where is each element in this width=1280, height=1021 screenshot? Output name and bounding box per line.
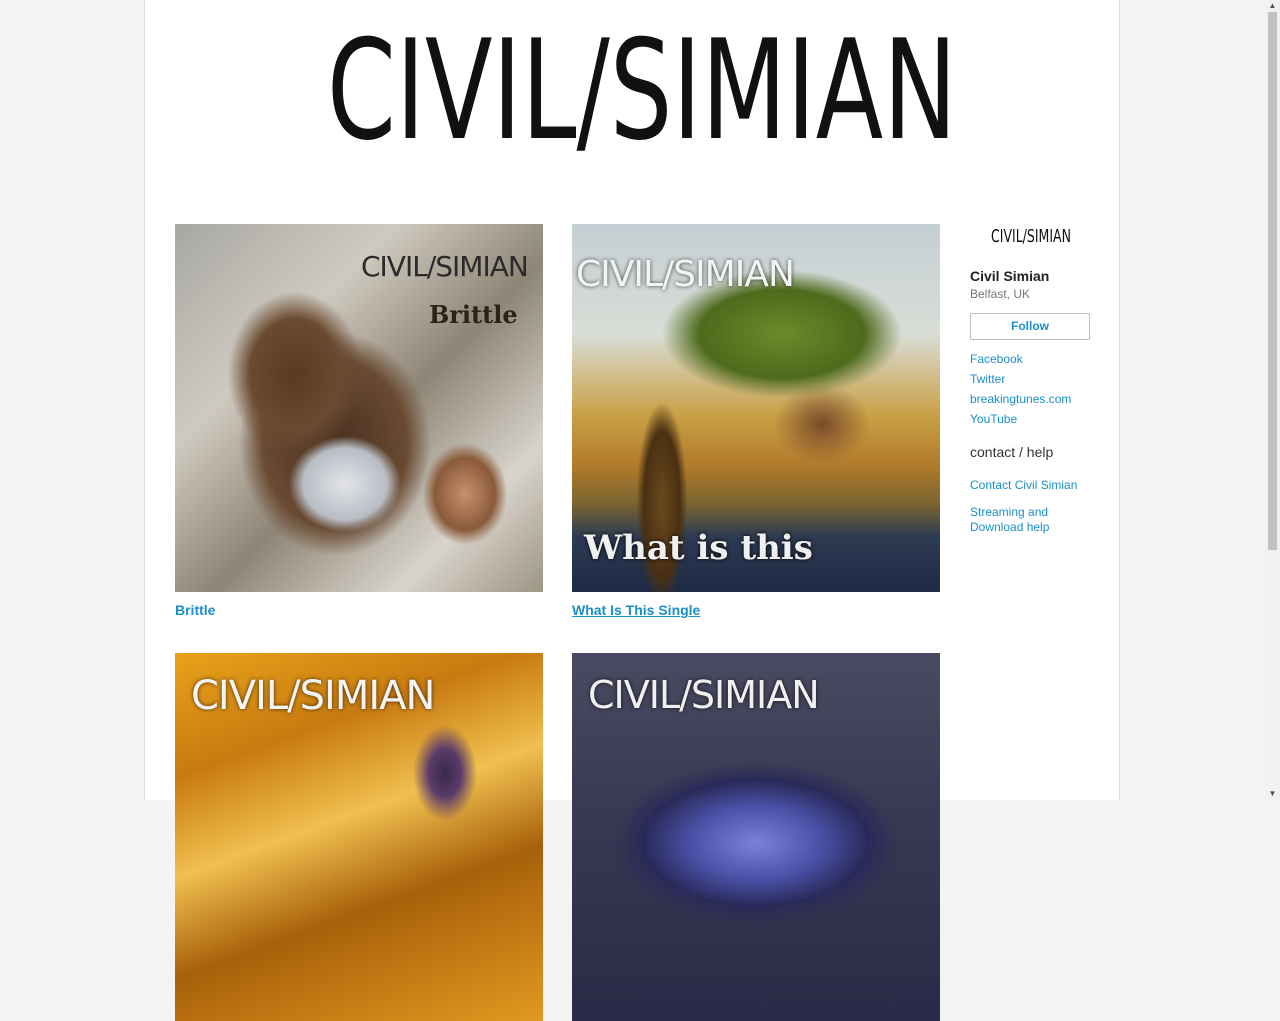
page-container: CIVIL/SIMIAN CIVIL/SIMIAN Brittle Brittl… [144,0,1120,1021]
youtube-link[interactable]: YouTube [970,412,1110,427]
sidebar-logo-text: CIVIL/SIMIAN [991,226,1071,246]
album-art[interactable]: CIVIL/SIMIAN [175,653,543,1021]
page-scrollbar[interactable]: ▲ ▼ [1265,0,1280,800]
album-art[interactable]: CIVIL/SIMIAN [572,653,940,1021]
album-item[interactable]: CIVIL/SIMIAN Brittle Brittle [175,224,543,618]
album-art-subtitle: What is this [584,528,813,568]
scroll-up-icon[interactable]: ▲ [1265,0,1280,12]
contact-link[interactable]: Contact Civil Simian [970,478,1085,493]
scroll-thumb[interactable] [1268,12,1277,550]
follow-button[interactable]: Follow [970,313,1090,340]
album-art[interactable]: CIVIL/SIMIAN What is this [572,224,940,592]
help-heading: contact / help [970,444,1054,460]
album-art-subtitle: Brittle [429,300,518,329]
album-art-logo: CIVIL/SIMIAN [191,673,435,719]
band-links: Facebook Twitter breakingtunes.com YouTu… [970,352,1110,427]
album-title-link[interactable]: Brittle [175,602,543,618]
band-banner-logo[interactable]: CIVIL/SIMIAN [327,20,957,170]
help-links: Contact Civil Simian Streaming and Downl… [970,478,1110,535]
facebook-link[interactable]: Facebook [970,352,1110,367]
album-art-logo: CIVIL/SIMIAN [588,673,820,717]
band-sidebar: CIVIL/SIMIAN Civil Simian Belfast, UK Fo… [970,224,1110,547]
band-name: Civil Simian [970,268,1050,284]
sidebar-band-logo[interactable]: CIVIL/SIMIAN [991,224,1071,246]
album-item[interactable]: CIVIL/SIMIAN [175,653,543,1021]
album-art-logo: CIVIL/SIMIAN [576,254,795,295]
twitter-link[interactable]: Twitter [970,372,1110,387]
album-item[interactable]: CIVIL/SIMIAN [572,653,940,1021]
breakingtunes-link[interactable]: breakingtunes.com [970,392,1110,407]
album-art[interactable]: CIVIL/SIMIAN Brittle [175,224,543,592]
album-title-link[interactable]: What Is This Single [572,602,940,618]
scroll-down-icon[interactable]: ▼ [1265,788,1280,800]
banner-logo-text: CIVIL/SIMIAN [327,20,957,170]
album-item[interactable]: CIVIL/SIMIAN What is this What Is This S… [572,224,940,618]
streaming-help-link[interactable]: Streaming and Download help [970,505,1085,535]
band-location: Belfast, UK [970,287,1031,301]
album-art-logo: CIVIL/SIMIAN [361,250,529,283]
